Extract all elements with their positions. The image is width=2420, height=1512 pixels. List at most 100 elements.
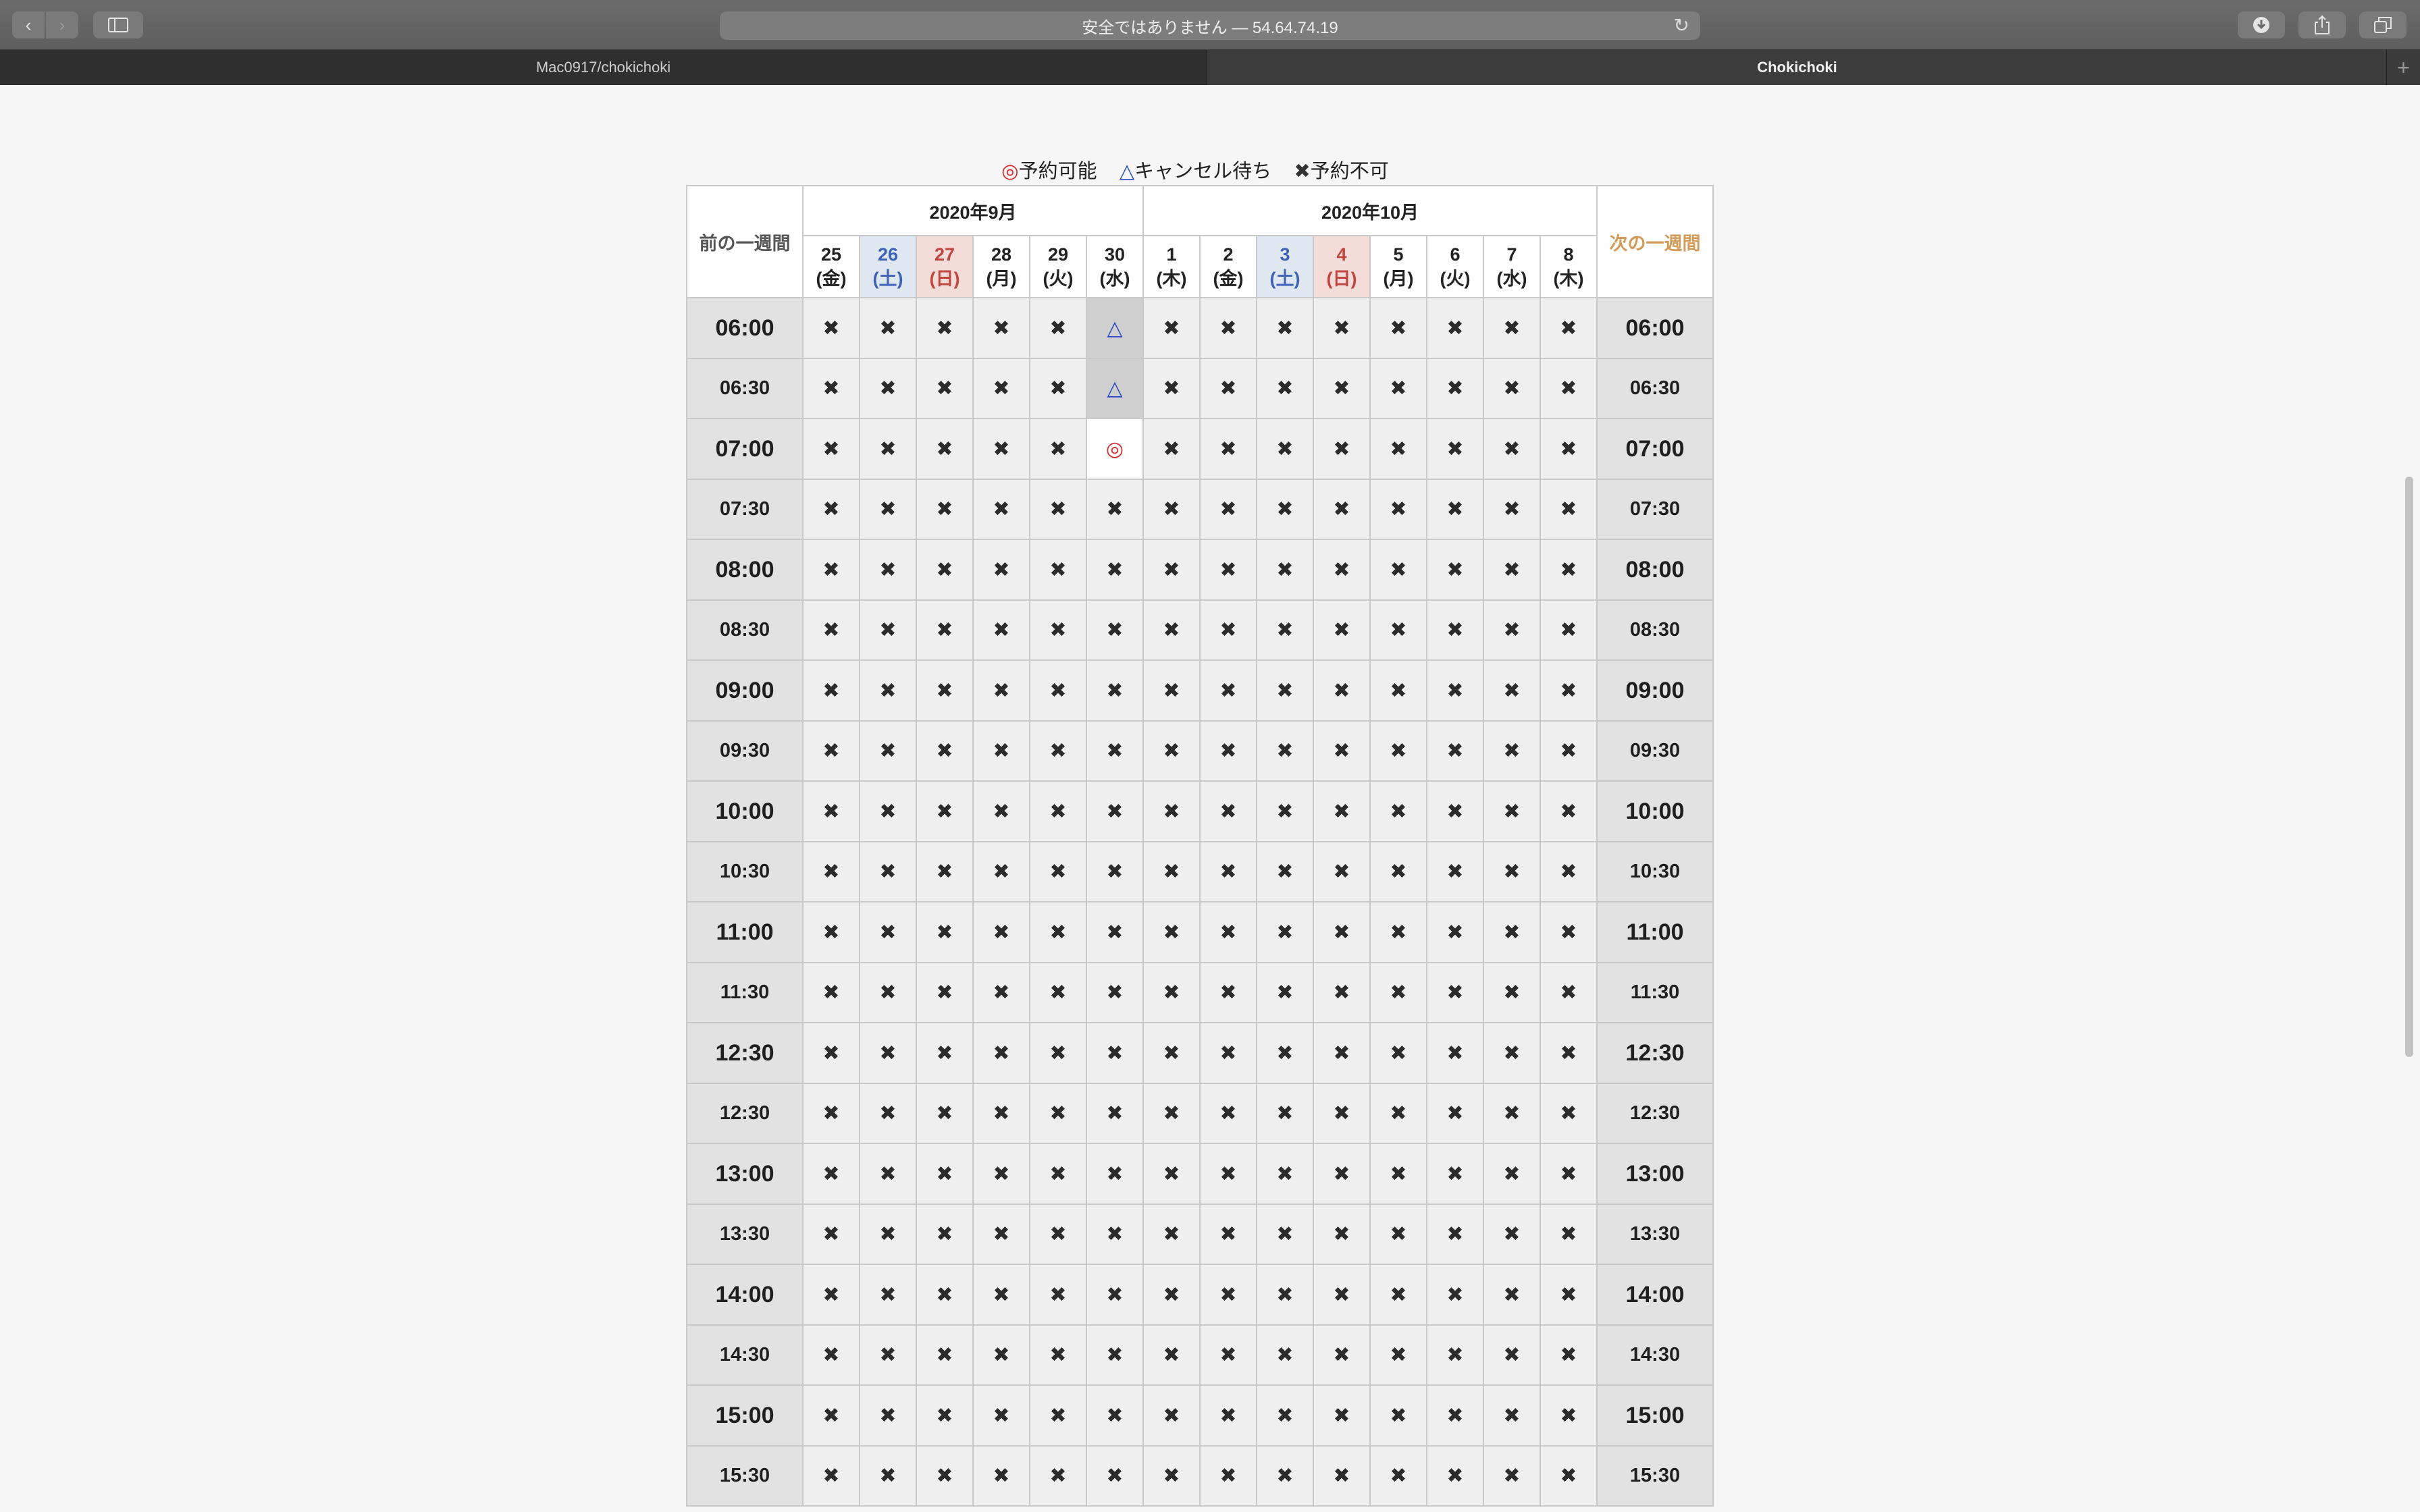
slot-unavailable: ✖ [1426,539,1484,601]
slot-unavailable: ✖ [1540,1143,1598,1205]
slot-unavailable: ✖ [1029,1445,1087,1507]
slot-unavailable: ✖ [1483,1083,1541,1144]
slot-unavailable: ✖ [1086,1143,1144,1205]
scrollbar-thumb[interactable] [2405,477,2413,1057]
time-row: 11:00 ✖ ✖ ✖ ✖ ✖ ✖ ✖ ✖ ✖ ✖ ✖ ✖ ✖ ✖ 11:00 [686,901,1714,963]
slot-unavailable: ✖ [1199,1324,1257,1386]
time-label-left: 09:00 [686,659,804,722]
slot-unavailable: ✖ [916,1324,974,1386]
cross-icon: ✖ [1294,159,1311,182]
next-week-link[interactable]: 次の一週間 [1596,185,1714,298]
day-weekday: (土) [872,269,903,289]
download-button[interactable] [2238,11,2285,38]
slot-unavailable: ✖ [1029,599,1087,661]
slot-unavailable: ✖ [972,780,1030,842]
slot-unavailable: ✖ [1540,418,1598,480]
time-label-left: 10:30 [686,841,804,902]
slot-unavailable: ✖ [1029,901,1087,963]
slot-unavailable: ✖ [802,358,860,419]
slot-unavailable: ✖ [972,1384,1030,1447]
tab-chokichoki-repo[interactable]: Mac0917/chokichoki [0,50,1207,85]
slot-unavailable: ✖ [802,1445,860,1507]
slot-unavailable: ✖ [1142,358,1201,419]
prev-week-link[interactable]: 前の一週間 [686,185,804,298]
slot-unavailable: ✖ [1086,1445,1144,1507]
day-weekday: (土) [1269,269,1300,289]
tab-chokichoki-active[interactable]: Chokichoki [1208,50,2386,85]
slot-unavailable: ✖ [1369,599,1427,661]
slot-waiting[interactable]: △ [1086,297,1144,359]
slot-unavailable: ✖ [1313,1324,1371,1386]
slot-unavailable: ✖ [1256,1264,1314,1326]
slot-unavailable: ✖ [1426,1022,1484,1084]
slot-unavailable: ✖ [1142,1264,1201,1326]
day-weekday: (木) [1156,269,1187,289]
double-circle-icon: ◎ [1001,159,1019,182]
time-label-left: 12:30 [686,1083,804,1144]
slot-unavailable: ✖ [1029,780,1087,842]
legend-available: ◎予約可能 [1001,159,1097,182]
slot-available[interactable]: ◎ [1086,418,1144,480]
slot-unavailable: ✖ [1313,1264,1371,1326]
slot-unavailable: ✖ [1483,659,1541,722]
slot-unavailable: ✖ [1142,418,1201,480]
time-label-right: 14:00 [1596,1264,1714,1326]
slot-unavailable: ✖ [1029,479,1087,540]
tab-label: Mac0917/chokichoki [535,59,671,76]
tabs-overview-button[interactable] [2359,11,2406,38]
slot-unavailable: ✖ [1540,1324,1598,1386]
slot-unavailable: ✖ [1142,1324,1201,1386]
slot-unavailable: ✖ [1369,1445,1427,1507]
sidebar-toggle-button[interactable] [93,11,143,38]
slot-unavailable: ✖ [1142,1143,1201,1205]
day-header: 27 (日) [916,235,974,298]
time-label-left: 13:30 [686,1204,804,1265]
time-label-right: 12:30 [1596,1022,1714,1084]
slot-unavailable: ✖ [1199,358,1257,419]
address-bar[interactable]: 安全ではありません — 54.64.74.19 ↻ [720,11,1700,40]
slot-unavailable: ✖ [1256,1143,1314,1205]
day-weekday: (火) [1440,269,1471,289]
time-label-right: 10:30 [1596,841,1714,902]
slot-unavailable: ✖ [1029,962,1087,1023]
slot-unavailable: ✖ [1540,1264,1598,1326]
slot-unavailable: ✖ [802,599,860,661]
slot-unavailable: ✖ [916,1264,974,1326]
slot-unavailable: ✖ [1199,1083,1257,1144]
slot-unavailable: ✖ [1256,599,1314,661]
day-weekday: (水) [1496,269,1527,289]
slot-unavailable: ✖ [1369,1022,1427,1084]
slot-unavailable: ✖ [1313,1022,1371,1084]
slot-waiting[interactable]: △ [1086,358,1144,419]
time-row: 15:30 ✖ ✖ ✖ ✖ ✖ ✖ ✖ ✖ ✖ ✖ ✖ ✖ ✖ ✖ 15:30 [686,1445,1714,1507]
slot-unavailable: ✖ [972,1445,1030,1507]
slot-unavailable: ✖ [1313,901,1371,963]
reload-icon[interactable]: ↻ [1674,14,1689,36]
page-content: ◎予約可能 △キャンセル待ち ✖予約不可 前の一週間 2020年9月 2020年10… [0,85,2420,1512]
slot-unavailable: ✖ [1369,1204,1427,1265]
day-weekday: (水) [1099,269,1130,289]
slot-unavailable: ✖ [859,1324,917,1386]
time-label-left: 14:00 [686,1264,804,1326]
slot-unavailable: ✖ [1142,780,1201,842]
new-tab-button[interactable]: + [2386,50,2420,85]
slot-unavailable: ✖ [1199,479,1257,540]
share-button[interactable] [2298,11,2346,38]
forward-button[interactable]: › [46,11,78,38]
slot-unavailable: ✖ [802,1204,860,1265]
time-label-left: 08:00 [686,539,804,601]
slot-unavailable: ✖ [1369,780,1427,842]
slot-unavailable: ✖ [1199,962,1257,1023]
slot-unavailable: ✖ [1540,599,1598,661]
time-row: 08:30 ✖ ✖ ✖ ✖ ✖ ✖ ✖ ✖ ✖ ✖ ✖ ✖ ✖ ✖ 08:30 [686,599,1714,661]
slot-unavailable: ✖ [859,1022,917,1084]
slot-unavailable: ✖ [916,962,974,1023]
slot-unavailable: ✖ [1313,479,1371,540]
day-header: 26 (土) [859,235,917,298]
time-label-left: 15:00 [686,1384,804,1447]
time-row: 07:30 ✖ ✖ ✖ ✖ ✖ ✖ ✖ ✖ ✖ ✖ ✖ ✖ ✖ ✖ 07:30 [686,479,1714,540]
reservation-calendar: 前の一週間 2020年9月 2020年10月 次の一週間 25 (金) 26 (土) 27 (日)… [686,185,1714,1507]
plus-icon: + [2397,55,2410,80]
slot-unavailable: ✖ [802,479,860,540]
back-button[interactable]: ‹ [12,11,45,38]
